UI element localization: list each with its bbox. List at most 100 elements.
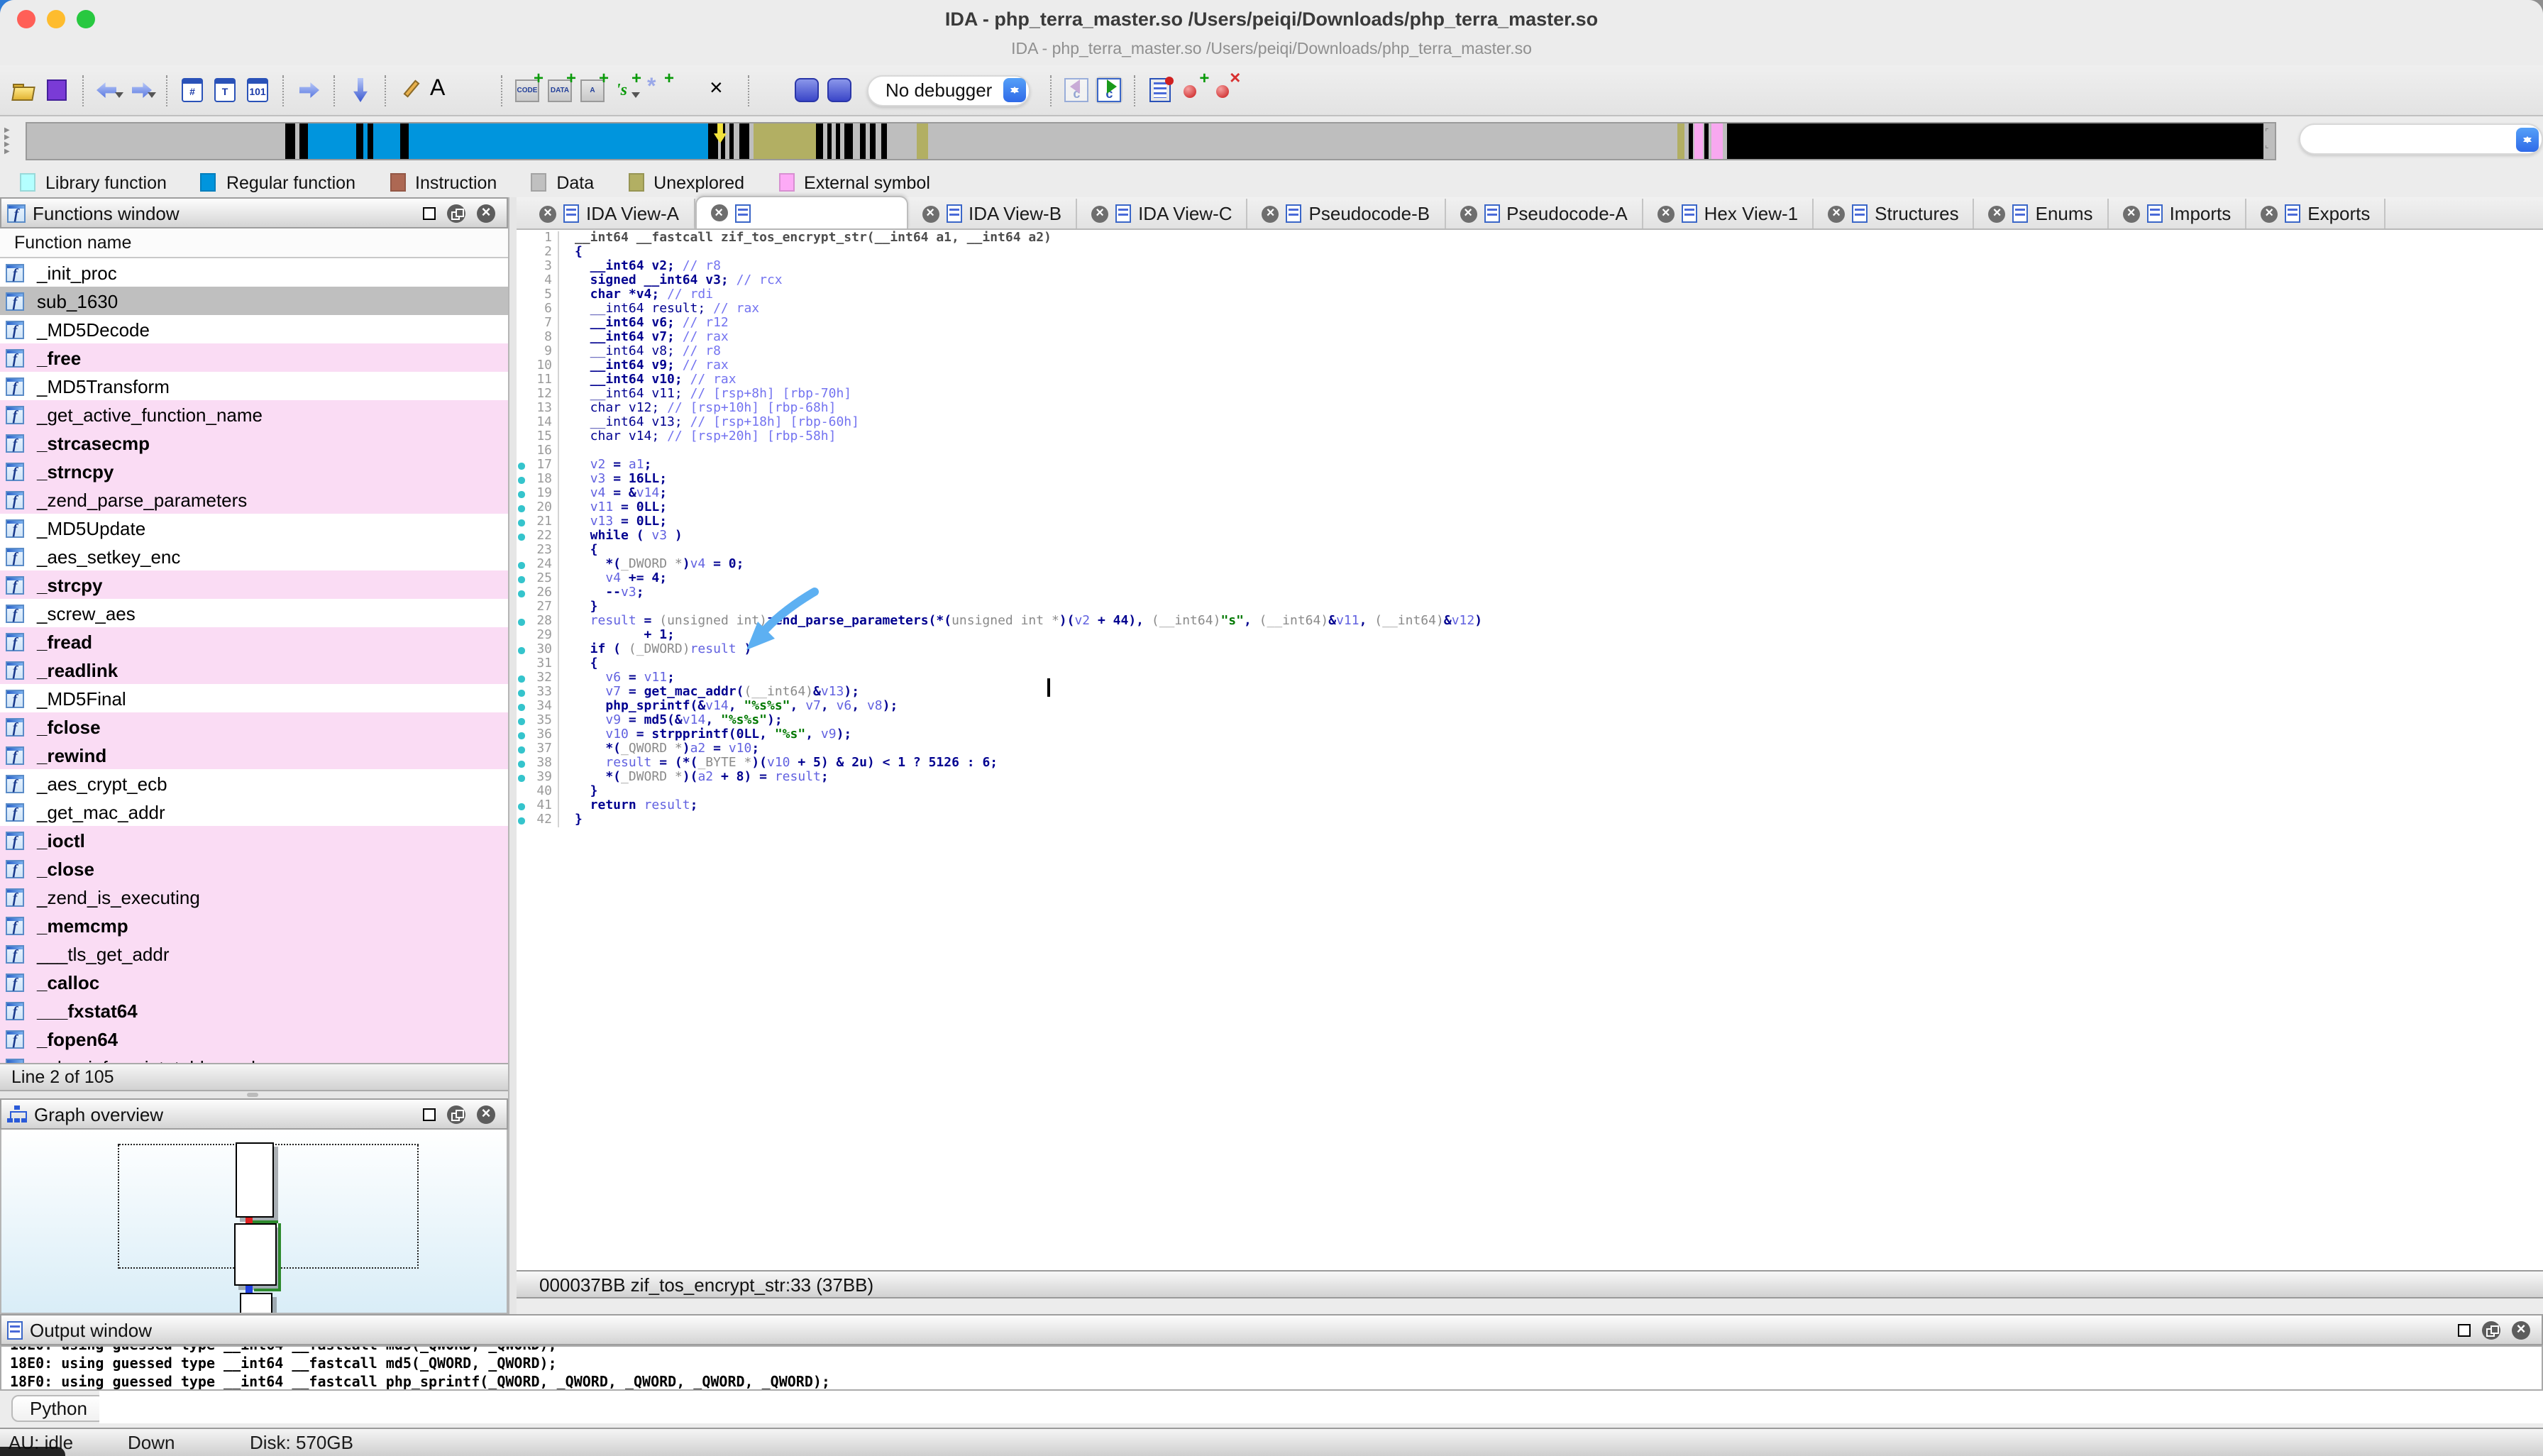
debugger-stop-icon[interactable]: [826, 77, 853, 104]
add-breakpoint-icon[interactable]: [1179, 77, 1206, 104]
nav-back-icon[interactable]: [95, 77, 122, 104]
code-line-20[interactable]: 20 v11 = 0LL;: [517, 501, 2543, 515]
function-row-_aes_crypt_ecb[interactable]: f_aes_crypt_ecb: [0, 769, 508, 798]
float-panel-icon[interactable]: [447, 1105, 465, 1123]
code-line-7[interactable]: 7 __int64 v6; // r12: [517, 316, 2543, 331]
graph-overview-titlebar[interactable]: Graph overview: [0, 1098, 508, 1130]
function-row-_MD5Final[interactable]: f_MD5Final: [0, 684, 508, 712]
code-line-18[interactable]: 18 v3 = 16LL;: [517, 473, 2543, 487]
tab-pseudocode-a[interactable]: ×Pseudocode-A: [1445, 199, 1643, 228]
function-row-_aes_setkey_enc[interactable]: f_aes_setkey_enc: [0, 542, 508, 570]
function-row-_MD5Update[interactable]: f_MD5Update: [0, 514, 508, 542]
tab-structures[interactable]: ×Structures: [1814, 199, 1975, 228]
search-binary-icon[interactable]: 101: [244, 77, 271, 104]
code-line-5[interactable]: 5 char *v4; // rdi: [517, 288, 2543, 302]
code-line-34[interactable]: 34 php_sprintf(&v14, "%s%s", v7, v6, v8)…: [517, 700, 2543, 714]
make-struct-icon[interactable]: A: [579, 77, 606, 104]
open-file-icon[interactable]: [11, 77, 38, 104]
ascii-string-icon[interactable]: A: [430, 77, 457, 104]
function-row-_calloc[interactable]: f_calloc: [0, 968, 508, 996]
code-line-2[interactable]: 2{: [517, 246, 2543, 260]
close-tab-icon[interactable]: ×: [1262, 205, 1279, 222]
function-row-___fxstat64[interactable]: f___fxstat64: [0, 996, 508, 1025]
function-row-_strcpy[interactable]: f_strcpy: [0, 570, 508, 599]
tab-exports[interactable]: ×Exports: [2246, 199, 2385, 228]
float-panel-icon[interactable]: [2482, 1320, 2500, 1339]
code-line-12[interactable]: 12 __int64 v11; // [rsp+8h] [rbp-70h]: [517, 387, 2543, 402]
code-line-38[interactable]: 38 result = (*(_BYTE *)(v10 + 5) & 2u) <…: [517, 756, 2543, 771]
function-row-___tls_get_addr[interactable]: f___tls_get_addr: [0, 939, 508, 968]
code-line-19[interactable]: 19 v4 = &v14;: [517, 487, 2543, 501]
code-line-22[interactable]: 22 while ( v3 ): [517, 529, 2543, 544]
function-row-_MD5Decode[interactable]: f_MD5Decode: [0, 315, 508, 343]
search-text-icon[interactable]: T: [211, 77, 238, 104]
maximize-panel-icon[interactable]: [423, 206, 436, 219]
code-line-14[interactable]: 14 __int64 v13; // [rsp+18h] [rbp-60h]: [517, 416, 2543, 430]
pseudocode-view[interactable]: 1__int64 __fastcall zif_tos_encrypt_str(…: [517, 230, 2543, 1270]
jump-down-icon[interactable]: [346, 77, 373, 104]
maximize-panel-icon[interactable]: [2458, 1323, 2471, 1336]
close-tab-icon[interactable]: ×: [922, 205, 939, 222]
stepper-icon[interactable]: [2516, 127, 2539, 151]
code-line-6[interactable]: 6 __int64 result; // rax: [517, 302, 2543, 316]
code-line-37[interactable]: 37 *(_QWORD *)a2 = v10;: [517, 742, 2543, 756]
edit-function-icon[interactable]: [677, 77, 704, 104]
horizontal-splitter[interactable]: [0, 1091, 508, 1098]
tab-ida-view-c[interactable]: ×IDA View-C: [1077, 199, 1247, 228]
close-tab-icon[interactable]: ×: [1828, 205, 1845, 222]
compile-run-icon[interactable]: c: [1096, 77, 1122, 104]
code-line-21[interactable]: 21 v13 = 0LL;: [517, 515, 2543, 529]
stepper-icon[interactable]: [1003, 78, 1026, 102]
float-panel-icon[interactable]: [447, 204, 465, 222]
tab-enums[interactable]: ×Enums: [1975, 199, 2109, 228]
close-tab-icon[interactable]: ×: [710, 204, 727, 221]
code-line-4[interactable]: 4 signed __int64 v3; // rcx: [517, 274, 2543, 288]
tab-imports[interactable]: ×Imports: [2109, 199, 2247, 228]
code-line-8[interactable]: 8 __int64 v7; // rax: [517, 331, 2543, 345]
make-code-icon[interactable]: CODE: [514, 77, 541, 104]
tab-ida-view-b[interactable]: ×IDA View-B: [908, 199, 1077, 228]
make-data-icon[interactable]: DATA: [546, 77, 573, 104]
function-row-_close[interactable]: f_close: [0, 854, 508, 883]
close-tab-icon[interactable]: ×: [1091, 205, 1108, 222]
close-window-icon[interactable]: [17, 10, 35, 28]
close-tab-icon[interactable]: ×: [1460, 205, 1477, 222]
code-line-17[interactable]: 17 v2 = a1;: [517, 458, 2543, 473]
navigation-band[interactable]: [26, 122, 2276, 160]
debugger-pause-icon[interactable]: [793, 77, 820, 104]
function-name-column-header[interactable]: Function name: [0, 228, 508, 258]
function-row-_rewind[interactable]: f_rewind: [0, 741, 508, 769]
function-row-_readlink[interactable]: f_readlink: [0, 656, 508, 684]
function-row-_get_active_function_name[interactable]: f_get_active_function_name: [0, 400, 508, 429]
jump-next-icon[interactable]: [295, 77, 322, 104]
function-row-_memcmp[interactable]: f_memcmp: [0, 911, 508, 939]
close-tab-icon[interactable]: ×: [2261, 205, 2278, 222]
code-line-1[interactable]: 1__int64 __fastcall zif_tos_encrypt_str(…: [517, 231, 2543, 246]
code-line-31[interactable]: 31 {: [517, 657, 2543, 671]
function-row-_init_proc[interactable]: f_init_proc: [0, 258, 508, 287]
graph-overview-canvas[interactable]: [0, 1130, 508, 1314]
code-line-41[interactable]: 41 return result;: [517, 799, 2543, 813]
remove-breakpoint-icon[interactable]: [1212, 77, 1239, 104]
code-line-13[interactable]: 13 char v12; // [rsp+10h] [rbp-68h]: [517, 402, 2543, 416]
code-line-24[interactable]: 24 *(_DWORD *)v4 = 0;: [517, 558, 2543, 572]
close-tab-icon[interactable]: ×: [539, 205, 556, 222]
code-line-3[interactable]: 3 __int64 v2; // r8: [517, 260, 2543, 274]
output-window-titlebar[interactable]: Output window: [0, 1314, 2543, 1345]
save-file-icon[interactable]: [44, 77, 71, 104]
functions-window-titlebar[interactable]: f Functions window: [0, 197, 508, 228]
tab-hex-view-1[interactable]: ×Hex View-1: [1643, 199, 1814, 228]
function-row-_fclose[interactable]: f_fclose: [0, 712, 508, 741]
code-line-25[interactable]: 25 v4 += 4;: [517, 572, 2543, 586]
function-row-_strcasecmp[interactable]: f_strcasecmp: [0, 429, 508, 457]
code-line-42[interactable]: 42}: [517, 813, 2543, 827]
function-row-_MD5Transform[interactable]: f_MD5Transform: [0, 372, 508, 400]
code-line-23[interactable]: 23 {: [517, 544, 2543, 558]
code-line-39[interactable]: 39 *(_DWORD *)(a2 + 8) = result;: [517, 771, 2543, 785]
band-range-select[interactable]: [2299, 123, 2543, 155]
output-log[interactable]: 18E0: using guessed type __int64 __fastc…: [0, 1345, 2543, 1391]
close-panel-icon[interactable]: [477, 204, 495, 222]
function-row-_screw_aes[interactable]: f_screw_aes: [0, 599, 508, 627]
patch-icon[interactable]: [397, 77, 424, 104]
code-line-9[interactable]: 9 __int64 v8; // r8: [517, 345, 2543, 359]
